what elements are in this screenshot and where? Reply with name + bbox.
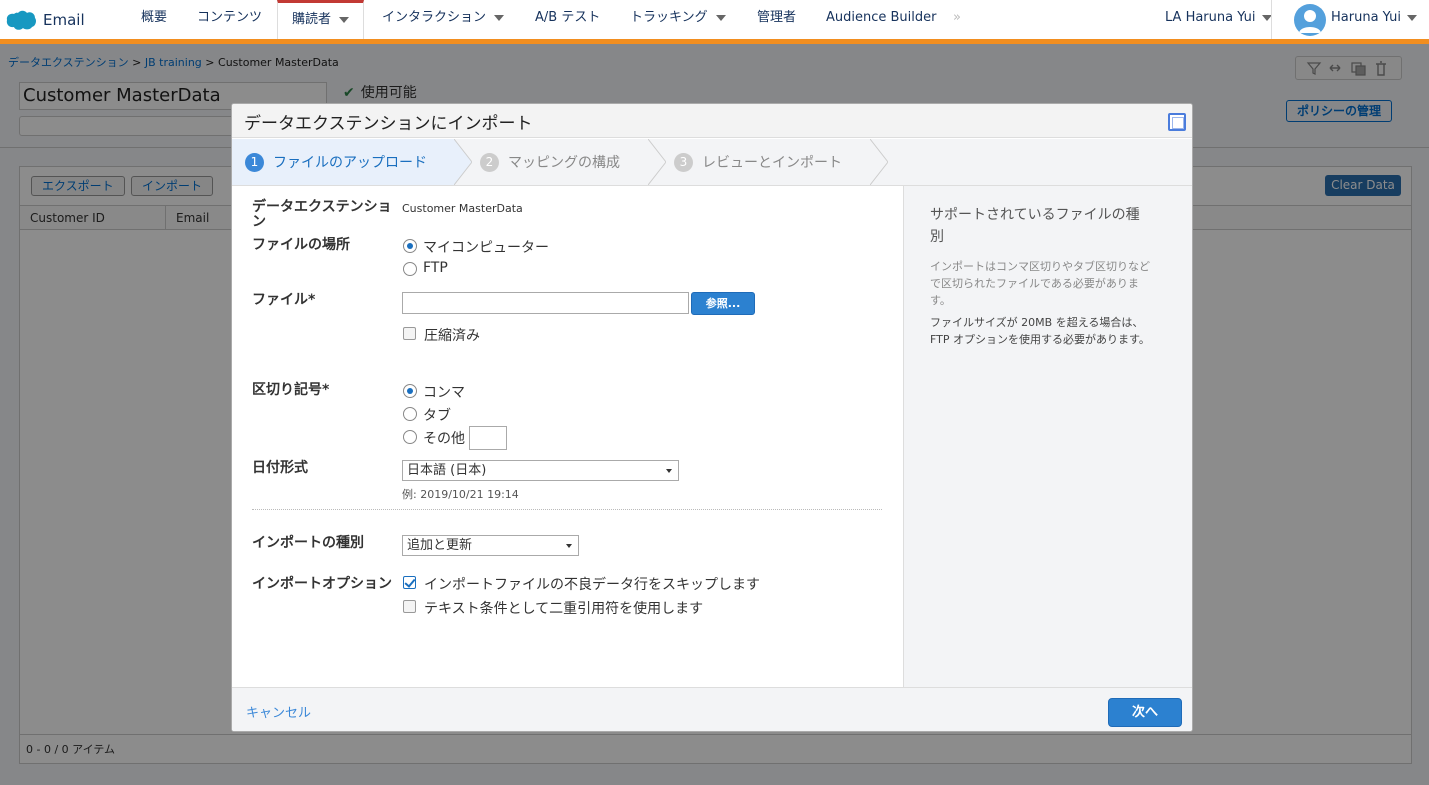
section-divider [252, 509, 882, 510]
radio-ftp-label[interactable]: FTP [423, 260, 448, 276]
browse-button[interactable]: 参照... [691, 292, 755, 315]
nav-admin[interactable]: 管理者 [757, 0, 796, 40]
double-quote-label[interactable]: テキスト条件として二重引用符を使用します [424, 598, 703, 618]
maximize-icon[interactable] [1168, 113, 1186, 131]
compressed-checkbox[interactable] [403, 327, 416, 340]
help-text-format: インポートはコンマ区切りやタブ区切りなどで区切られたファイルである必要があります… [930, 260, 1150, 307]
other-delimiter-input[interactable] [469, 426, 507, 450]
nav-content[interactable]: コンテンツ [197, 0, 262, 40]
file-path-input[interactable] [402, 292, 689, 314]
date-format-select[interactable]: 日本語 (日本) [402, 460, 679, 481]
step-number: 3 [674, 152, 693, 172]
step-chevron-icon [870, 139, 888, 185]
salesforce-cloud-icon [6, 10, 36, 30]
help-panel: サポートされているファイルの種別 インポートはコンマ区切りやタブ区切りなどで区切… [903, 186, 1192, 687]
import-dialog: データエクステンションにインポート 1 ファイルのアップロード 2 マッピングの… [231, 103, 1193, 732]
step-mapping[interactable]: 2 マッピングの構成 [480, 139, 620, 185]
dialog-header: データエクステンションにインポート [232, 104, 1192, 138]
file-location-label: ファイルの場所 [252, 237, 350, 253]
step-chevron-icon [648, 139, 666, 185]
dialog-title: データエクステンションにインポート [244, 114, 533, 134]
avatar[interactable] [1294, 4, 1326, 36]
cancel-link[interactable]: キャンセル [246, 702, 311, 721]
step-label: ファイルのアップロード [273, 155, 427, 171]
chevron-down-icon [566, 544, 572, 548]
radio-other-label[interactable]: その他 [423, 428, 465, 448]
skip-bad-rows-checkbox[interactable] [403, 576, 416, 589]
radio-tab[interactable] [403, 407, 417, 421]
help-text-size: ファイルサイズが 20MB を超える場合は、FTP オプションを使用する必要があ… [930, 316, 1150, 346]
data-extension-label: データエクステンション [252, 199, 392, 230]
compressed-label[interactable]: 圧縮済み [424, 325, 480, 345]
chevron-down-icon [339, 16, 350, 23]
next-button[interactable]: 次へ [1108, 698, 1182, 727]
account-switcher[interactable]: LA Haruna Yui [1165, 0, 1272, 40]
nav-audience-builder[interactable]: Audience Builder [826, 0, 937, 40]
nav-subscribers[interactable]: 購読者 [277, 0, 365, 44]
nav-divider [1271, 0, 1272, 39]
nav-interactions[interactable]: インタラクション [382, 0, 505, 40]
step-chevron-icon [454, 139, 472, 185]
top-nav: Email 概要 コンテンツ 購読者 インタラクション A/B テスト トラッキ… [0, 0, 1429, 44]
step-upload[interactable]: 1 ファイルのアップロード [232, 139, 454, 185]
delimiter-label: 区切り記号* [252, 382, 330, 398]
radio-comma-label[interactable]: コンマ [423, 382, 465, 402]
data-extension-value: Customer MasterData [402, 202, 523, 215]
double-quote-checkbox[interactable] [403, 600, 416, 613]
chevron-down-icon [715, 14, 726, 21]
step-number: 1 [245, 152, 264, 172]
user-icon [1299, 10, 1321, 33]
radio-ftp[interactable] [403, 262, 417, 276]
radio-comma[interactable] [403, 384, 417, 398]
step-review[interactable]: 3 レビューとインポート [674, 139, 842, 185]
radio-other[interactable] [403, 430, 417, 444]
dialog-footer: キャンセル 次へ [232, 687, 1192, 731]
user-menu[interactable]: Haruna Yui [1331, 0, 1417, 40]
help-title: サポートされているファイルの種別 [930, 207, 1140, 245]
file-label: ファイル* [252, 292, 316, 308]
import-options-label: インポートオプション [252, 576, 392, 592]
step-number: 2 [480, 152, 499, 172]
app-name[interactable]: Email [43, 11, 85, 29]
radio-tab-label[interactable]: タブ [423, 405, 451, 425]
date-format-label: 日付形式 [252, 460, 308, 476]
nav-overview[interactable]: 概要 [141, 0, 167, 40]
nav-ab-test[interactable]: A/B テスト [535, 0, 600, 40]
radio-my-computer[interactable] [403, 239, 417, 253]
chevron-down-icon [666, 469, 672, 473]
step-label: レビューとインポート [702, 155, 842, 171]
skip-bad-rows-label[interactable]: インポートファイルの不良データ行をスキップします [424, 574, 760, 594]
nav-tracking[interactable]: トラッキング [630, 0, 726, 40]
import-type-label: インポートの種別 [252, 535, 364, 551]
wizard-steps: 1 ファイルのアップロード 2 マッピングの構成 3 レビューとインポート [232, 139, 1192, 186]
import-form: データエクステンション Customer MasterData ファイルの場所 … [232, 186, 903, 687]
chevron-down-icon [1406, 14, 1417, 21]
date-format-example: 例: 2019/10/21 19:14 [402, 488, 519, 501]
import-type-select[interactable]: 追加と更新 [402, 535, 579, 556]
step-label: マッピングの構成 [508, 155, 620, 171]
radio-my-computer-label[interactable]: マイコンピューター [423, 237, 549, 257]
chevron-down-icon [494, 14, 505, 21]
nav-more-icon[interactable]: » [953, 0, 961, 40]
